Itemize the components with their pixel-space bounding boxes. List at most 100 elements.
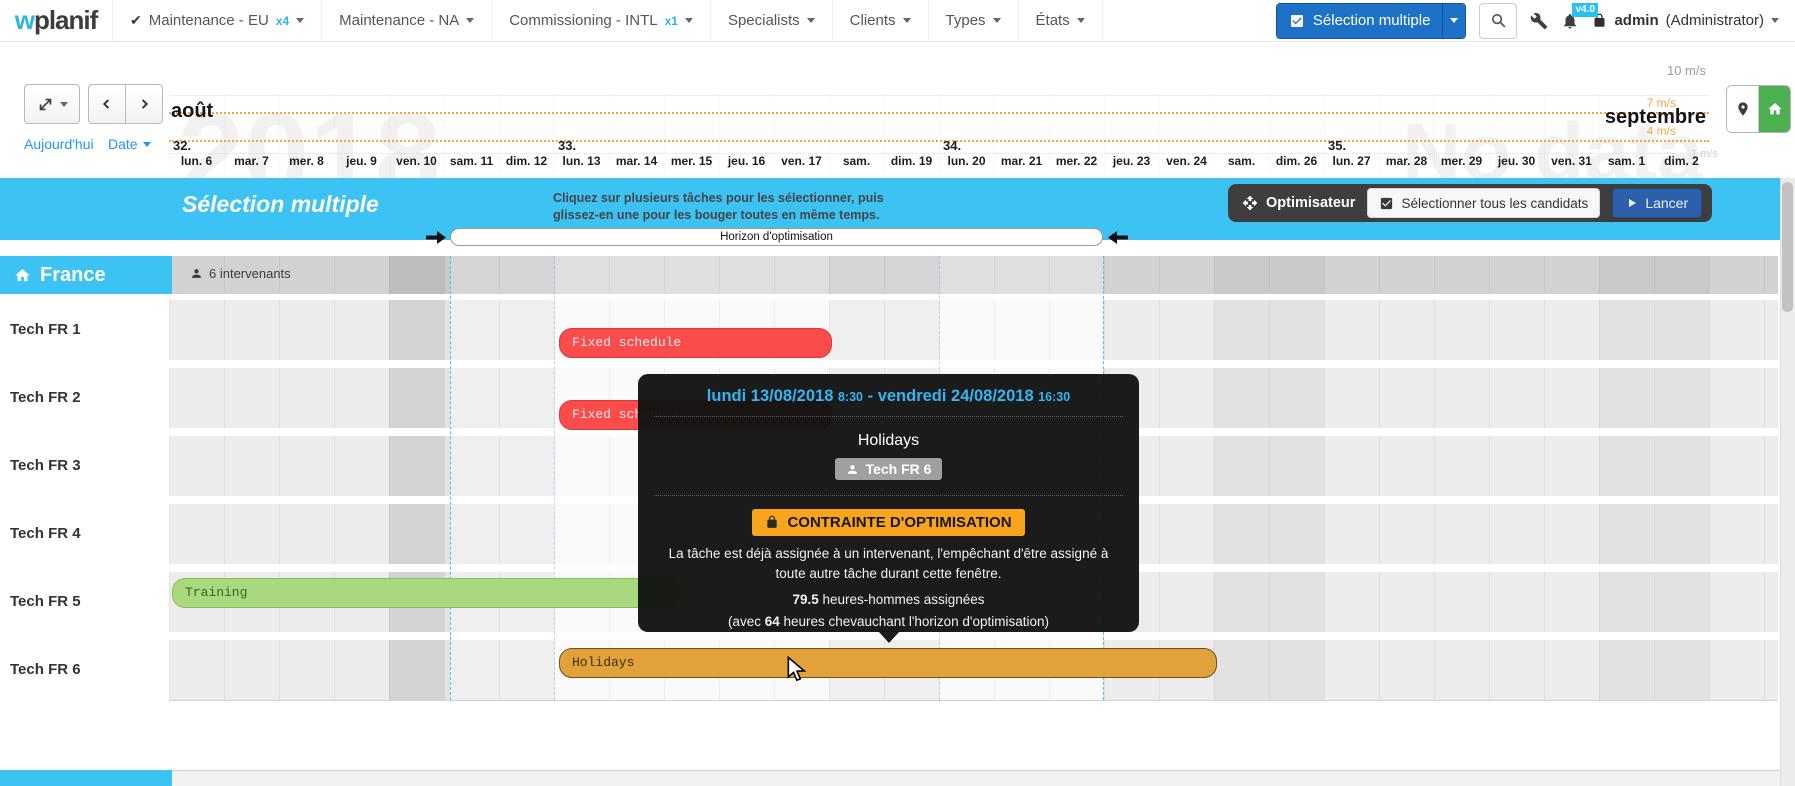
nav-menu-label: Clients — [850, 12, 896, 29]
day-label: mar. 7 — [224, 154, 279, 168]
search-button[interactable] — [1479, 3, 1517, 39]
day-label: lun. 20 — [939, 154, 994, 168]
banner-description-line2: glissez-en une pour les bouger toutes en… — [553, 207, 884, 224]
schedule-row-tech-fr-1[interactable] — [169, 300, 1778, 360]
vertical-scrollbar-thumb[interactable] — [1782, 182, 1793, 312]
launch-button[interactable]: Lancer — [1612, 188, 1702, 218]
user-menu[interactable]: admin (Administrator) — [1592, 12, 1785, 29]
optimizer-text: Optimisateur — [1266, 195, 1355, 211]
chart-bottom-border — [169, 700, 1778, 701]
group-header-france[interactable]: France — [0, 256, 172, 294]
day-label: ven. 24 — [1159, 154, 1214, 168]
wind-label-10ms: 10 m/s — [1620, 63, 1706, 78]
day-label: sam. 1 — [1599, 154, 1654, 168]
resource-label-tech-fr-6: Tech FR 6 — [10, 661, 81, 678]
today-column — [389, 256, 444, 294]
nav-menu-maintenance-eu[interactable]: ✔ Maintenance - EU x4 — [113, 0, 322, 42]
task-fixed-schedule-1[interactable]: Fixed schedule — [559, 328, 832, 358]
person-icon — [846, 463, 859, 476]
nav-menu-specialists[interactable]: Specialists — [711, 0, 833, 42]
chevron-down-icon — [466, 18, 474, 23]
chevron-down-icon — [1771, 18, 1779, 23]
day-label: sam. 11 — [444, 154, 499, 168]
day-label: jeu. 16 — [719, 154, 774, 168]
logo-rest: planif — [34, 5, 97, 35]
week-separator-line — [554, 256, 555, 700]
tooltip-body-line1: La tâche est déjà assignée à un interven… — [654, 544, 1123, 565]
next-period-button[interactable] — [125, 84, 163, 124]
select-all-candidates-button[interactable]: Sélectionner tous les candidats — [1367, 188, 1600, 218]
banner-description-line1: Cliquez sur plusieurs tâches pour les sé… — [553, 190, 884, 207]
tooltip-pointer-arrow — [878, 631, 900, 643]
select-all-label: Sélectionner tous les candidats — [1401, 196, 1588, 211]
home-icon — [1767, 101, 1783, 117]
multi-select-label: Sélection multiple — [1313, 12, 1431, 29]
nav-menu-commissioning-intl[interactable]: Commissioning - INTL x1 — [492, 0, 711, 42]
tooltip-date-range: lundi 13/08/2018 8:30 - vendredi 24/08/2… — [654, 387, 1123, 406]
nav-menu-etats[interactable]: États — [1019, 0, 1103, 42]
group-row-france[interactable] — [169, 256, 1778, 294]
task-training[interactable]: Training — [172, 578, 680, 608]
day-label-row: lun. 6mar. 7mer. 8jeu. 9ven. 10sam. 11di… — [169, 154, 1709, 168]
tooltip-separator — [654, 416, 1123, 417]
resource-label-tech-fr-1: Tech FR 1 — [10, 321, 81, 338]
day-label: lun. 27 — [1324, 154, 1379, 168]
horizon-end-arrow-icon[interactable] — [1108, 231, 1128, 244]
week-number: 34. — [939, 138, 1324, 153]
resource-label-tech-fr-2: Tech FR 2 — [10, 389, 81, 406]
day-label: dim. 19 — [884, 154, 939, 168]
multi-select-dropdown-toggle[interactable] — [1442, 4, 1465, 38]
day-label: mer. 15 — [664, 154, 719, 168]
week-number: 32. — [169, 138, 554, 153]
count-badge: x1 — [665, 14, 678, 28]
chevron-down-icon — [1077, 18, 1085, 23]
tooltip-end-time: 16:30 — [1038, 390, 1070, 404]
tooltip-hours-value: 79.5 — [792, 592, 818, 607]
day-label: mar. 21 — [994, 154, 1049, 168]
prev-period-button[interactable] — [88, 84, 126, 124]
location-pin-icon — [1735, 101, 1751, 117]
optimizer-label: Optimisateur — [1242, 195, 1355, 211]
app-logo[interactable]: wplanif — [0, 0, 113, 42]
nav-menu-clients[interactable]: Clients — [833, 0, 929, 42]
zoom-range-split-button[interactable] — [24, 84, 80, 124]
horizon-start-arrow-icon[interactable] — [426, 231, 446, 244]
day-label: jeu. 30 — [1489, 154, 1544, 168]
nav-menu-label: Specialists — [728, 12, 800, 29]
date-picker-link[interactable]: Date — [108, 136, 151, 152]
tooltip-resource-name: Tech FR 6 — [866, 461, 932, 477]
banner-description: Cliquez sur plusieurs tâches pour les sé… — [553, 190, 884, 224]
resource-label-tech-fr-4: Tech FR 4 — [10, 525, 81, 542]
settings-wrench-button[interactable] — [1530, 12, 1548, 30]
banner-title: Sélection multiple — [182, 191, 379, 218]
optimization-horizon-bar[interactable]: Horizon d'optimisation — [450, 228, 1103, 246]
tooltip-start-date: lundi 13/08/2018 — [707, 387, 834, 405]
chevron-down-icon — [807, 18, 815, 23]
today-link[interactable]: Aujourd'hui — [24, 136, 94, 152]
next-group-header-partial[interactable] — [0, 770, 172, 786]
multi-select-button[interactable]: Sélection multiple — [1277, 4, 1443, 38]
tooltip-constraint-body: La tâche est déjà assignée à un interven… — [654, 544, 1123, 586]
chevron-down-icon — [1450, 18, 1458, 23]
nav-menu-label: Commissioning - INTL — [509, 12, 657, 29]
chevron-down-icon — [685, 18, 693, 23]
chevron-left-icon — [99, 96, 115, 112]
notifications-button[interactable]: v4.0 — [1561, 12, 1579, 30]
task-holidays[interactable]: Holidays — [559, 648, 1217, 678]
nav-menu-maintenance-na[interactable]: Maintenance - NA — [322, 0, 492, 42]
map-pin-button[interactable] — [1727, 86, 1759, 132]
check-square-icon — [1289, 13, 1305, 29]
day-label: mer. 8 — [279, 154, 334, 168]
move-arrows-icon — [1242, 195, 1258, 211]
check-icon: ✔ — [130, 12, 142, 29]
chevron-down-icon — [903, 18, 911, 23]
day-label: sam. — [829, 154, 884, 168]
today-label: Aujourd'hui — [24, 136, 94, 152]
day-label: mar. 14 — [609, 154, 664, 168]
tooltip-overlap-line: (avec 64 heures chevauchant l'horizon d'… — [654, 614, 1123, 629]
nav-menu-types[interactable]: Types — [929, 0, 1019, 42]
tooltip-start-time: 8:30 — [838, 390, 863, 404]
home-view-button[interactable] — [1759, 86, 1790, 132]
tooltip-dash: - — [868, 387, 874, 405]
task-tooltip: lundi 13/08/2018 8:30 - vendredi 24/08/2… — [638, 374, 1139, 632]
